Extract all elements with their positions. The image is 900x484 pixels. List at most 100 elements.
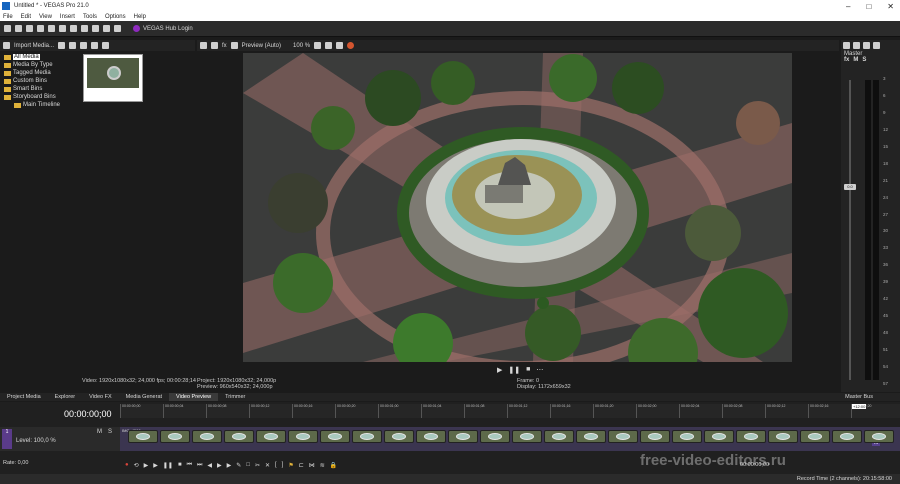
new-icon[interactable] (4, 25, 11, 32)
go-start-button[interactable]: ⏮ (187, 462, 192, 469)
selection-tool[interactable]: □ (246, 462, 250, 469)
track-solo-button[interactable]: S (108, 429, 112, 435)
master-fx-chain-icon[interactable] (853, 42, 860, 49)
more-button[interactable]: ⋯ (536, 366, 543, 374)
zoom-dropdown[interactable]: 100 % (293, 43, 310, 49)
trim-end-tool[interactable]: ] (282, 462, 284, 469)
menu-edit[interactable]: Edit (21, 14, 31, 20)
region-icon[interactable]: ⊏ (299, 462, 304, 469)
properties-icon[interactable] (48, 25, 55, 32)
tree-item-media-by-type[interactable]: Media By Type (4, 61, 80, 69)
undo-icon[interactable] (103, 25, 110, 32)
maximize-button[interactable]: □ (866, 2, 871, 11)
import-media-button[interactable]: Import Media... (14, 43, 54, 49)
envelope-tool[interactable]: ✎ (236, 462, 241, 469)
tree-item-tagged-media[interactable]: Tagged Media (4, 69, 80, 77)
copy-snapshot-icon[interactable] (325, 42, 333, 49)
media-fx-icon[interactable] (80, 42, 88, 49)
tab-video-preview[interactable]: Video Preview (169, 393, 219, 401)
tab-explorer[interactable]: Explorer (48, 393, 82, 401)
next-frame-button[interactable]: ▶ (217, 462, 222, 469)
marker-icon[interactable]: ⚑ (288, 462, 293, 469)
normal-edit-tool[interactable]: ▶ (227, 462, 232, 469)
stop-button[interactable]: ■ (526, 366, 530, 374)
meter-scale-tick: 48 (883, 330, 889, 336)
overlays-icon[interactable] (314, 42, 322, 49)
record-button[interactable]: ● (125, 462, 129, 469)
meter-scale-tick: 27 (883, 211, 889, 217)
tab-project-media[interactable]: Project Media (0, 393, 48, 401)
save-snapshot-icon[interactable] (336, 42, 344, 49)
close-button[interactable]: ✕ (887, 2, 894, 11)
auto-ripple-icon[interactable]: ≋ (320, 462, 325, 469)
paste-icon[interactable] (81, 25, 88, 32)
trim-start-tool[interactable]: [ (275, 462, 277, 469)
play-button[interactable]: ▶ (497, 366, 502, 374)
loop-button[interactable]: ⟲ (134, 462, 139, 469)
preview-quality-dropdown[interactable]: Preview (Auto) (242, 43, 281, 49)
render-icon[interactable] (37, 25, 44, 32)
meter-scale-tick: 57 (883, 380, 889, 386)
tab-video-fx[interactable]: Video FX (82, 393, 119, 401)
record-icon[interactable] (347, 42, 355, 49)
menu-tools[interactable]: Tools (83, 14, 97, 20)
external-monitor-icon[interactable] (211, 42, 218, 49)
ruler-tick-label: 00:00:02;12 (765, 404, 808, 418)
video-clip[interactable]: IMG_4500 fx (120, 427, 900, 451)
menu-insert[interactable]: Insert (60, 14, 75, 20)
timeline-pause-button[interactable]: ❚❚ (163, 462, 173, 469)
open-icon[interactable] (15, 25, 22, 32)
master-settings-icon[interactable] (843, 42, 850, 49)
tree-item-custom-bins[interactable]: Custom Bins (4, 77, 80, 85)
ruler-tick-label: 00:00:00;08 (206, 404, 249, 418)
tab-master-bus[interactable]: Master Bus (838, 393, 880, 401)
dim-icon[interactable] (873, 42, 880, 49)
save-icon[interactable] (26, 25, 33, 32)
master-fader-handle[interactable]: 0.0 (844, 184, 856, 190)
pause-button[interactable]: ❚❚ (508, 366, 520, 374)
prev-frame-button[interactable]: ◀ (207, 462, 212, 469)
track-header[interactable]: 1 Level: 100,0 % M S (0, 427, 120, 451)
display-size: Display: 1172x659x32 (517, 384, 571, 390)
delete-tool[interactable]: ✕ (265, 462, 270, 469)
vegas-hub-login[interactable]: VEGAS Hub Login (133, 25, 193, 32)
menu-file[interactable]: File (3, 14, 13, 20)
copy-icon[interactable] (70, 25, 77, 32)
lock-envelopes-icon[interactable]: 🔒 (330, 462, 337, 469)
menu-options[interactable]: Options (105, 14, 126, 20)
remove-icon[interactable] (69, 42, 77, 49)
timeline-play-start-button[interactable]: ▶ (153, 462, 158, 469)
cut-icon[interactable] (59, 25, 66, 32)
timeline-ruler[interactable]: 00:00:00;00 00:00:00;04 00:00:00;08 00:00:0… (120, 404, 900, 418)
tree-item-smart-bins[interactable]: Smart Bins (4, 85, 80, 93)
play-icon[interactable] (91, 42, 99, 49)
master-mute-button[interactable]: M (853, 57, 858, 63)
track-mute-button[interactable]: M (97, 429, 102, 435)
go-end-button[interactable]: ⏭ (197, 462, 202, 469)
redo-icon[interactable] (114, 25, 121, 32)
timeline-play-button[interactable]: ▶ (144, 462, 149, 469)
master-fx-button[interactable]: fx (844, 57, 849, 63)
menu-help[interactable]: Help (134, 14, 146, 20)
snapping-icon[interactable]: ⋈ (309, 462, 315, 469)
tree-item-all-media[interactable]: All Media (4, 53, 80, 61)
split-screen-icon[interactable] (230, 42, 238, 49)
tab-trimmer[interactable]: Trimmer (218, 393, 252, 401)
tree-item-storyboard-bins[interactable]: Storyboard Bins (4, 93, 80, 101)
video-fx-icon[interactable]: fx (222, 43, 227, 49)
preview-settings-icon[interactable] (200, 42, 207, 49)
split-tool[interactable]: ✂ (255, 462, 260, 469)
tree-item-main-timeline[interactable]: Main Timeline (4, 101, 80, 109)
video-preview[interactable] (243, 53, 792, 362)
stop-icon[interactable] (102, 42, 110, 49)
capture-icon[interactable] (58, 42, 66, 49)
settings-icon[interactable] (3, 42, 10, 49)
timeline-stop-button[interactable]: ■ (178, 462, 182, 469)
tab-media-generators[interactable]: Media Generat (119, 393, 169, 401)
menu-view[interactable]: View (39, 14, 52, 20)
delete-icon[interactable] (92, 25, 99, 32)
media-thumbnail[interactable] (83, 54, 143, 102)
master-solo-button[interactable]: S (862, 57, 866, 63)
minimize-button[interactable]: – (846, 2, 850, 11)
downmix-icon[interactable] (863, 42, 870, 49)
